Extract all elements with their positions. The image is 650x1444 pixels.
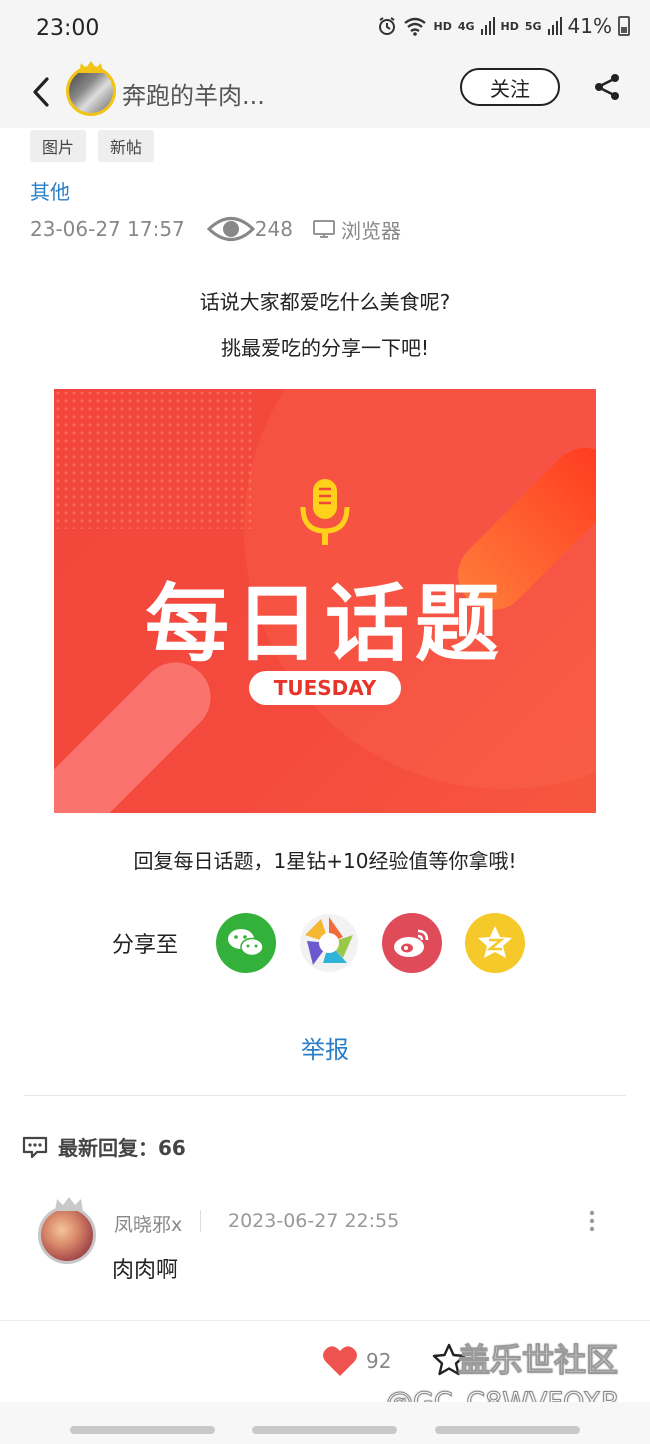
share-button[interactable] — [592, 72, 622, 102]
share-moments-button[interactable] — [299, 913, 359, 973]
crown-icon — [79, 61, 103, 73]
nav-handle-center[interactable] — [252, 1426, 397, 1434]
post-line-2: 挑最爱吃的分享一下吧! — [220, 336, 430, 360]
banner-title: 每日话题 — [144, 575, 505, 673]
system-nav-bar — [0, 1402, 650, 1444]
reply-item: 凤晓邪x 2023-06-27 22:55 肉肉啊 — [38, 1196, 618, 1306]
like-button[interactable]: 92 — [322, 1345, 391, 1377]
reply-avatar[interactable] — [38, 1206, 96, 1264]
share-label: 分享至 — [112, 933, 179, 958]
network-label-b: 5G — [524, 19, 542, 33]
post-line-1: 话说大家都爱吃什么美食呢? — [199, 290, 451, 314]
wifi-icon — [404, 17, 427, 36]
share-icon — [595, 74, 619, 100]
network-label-a: 4G — [457, 19, 475, 33]
crown-icon — [55, 1197, 83, 1211]
signal-bars-icon — [547, 17, 562, 35]
wechat-icon — [228, 929, 264, 957]
signal-label-b: HD — [500, 19, 519, 33]
post-source-label: 浏览器 — [340, 218, 401, 243]
reply-username[interactable]: 凤晓邪x — [114, 1210, 182, 1237]
author-avatar[interactable] — [66, 61, 116, 116]
top-header: 奔跑的羊肉... 关注 — [0, 60, 650, 128]
back-button[interactable] — [26, 72, 56, 112]
post-category[interactable]: 其他 — [30, 176, 70, 205]
watermark-title: 盖乐世社区 — [457, 1341, 619, 1380]
qzone-icon — [478, 926, 512, 958]
monitor-icon — [313, 220, 335, 238]
report-link[interactable]: 举报 — [0, 1030, 650, 1065]
more-options-icon[interactable] — [588, 1210, 596, 1232]
daily-topic-banner[interactable]: 每日话题 TUESDAY — [54, 389, 596, 813]
chevron-left-icon — [33, 77, 49, 107]
post-source: 浏览器 — [313, 215, 401, 244]
status-bar: 23:00 HD 4G HD 5G 41% — [0, 0, 650, 60]
post-date: 23-06-27 17:57 — [30, 217, 185, 241]
reply-separator — [200, 1210, 201, 1232]
share-weibo-button[interactable] — [382, 913, 442, 973]
status-icons: HD 4G HD 5G 41% — [377, 14, 630, 38]
share-qzone-button[interactable] — [465, 913, 525, 973]
bottom-action-bar: 92 盖乐世社区 @GC_C8WVFOXR — [0, 1320, 650, 1419]
eye-icon — [206, 217, 255, 241]
battery-icon — [618, 16, 630, 36]
view-count: 248 — [206, 214, 293, 244]
tag-image[interactable]: 图片 — [30, 130, 87, 162]
signal-label-a: HD — [433, 19, 452, 33]
nav-handle-left[interactable] — [70, 1426, 215, 1434]
weibo-icon — [394, 929, 429, 957]
status-time: 23:00 — [36, 16, 100, 41]
follow-button[interactable]: 关注 — [460, 68, 560, 106]
signal-bars-icon — [480, 17, 495, 35]
latest-replies-count: 最新回复：66 — [58, 1136, 186, 1160]
alarm-icon — [379, 17, 396, 35]
latest-replies-heading: 最新回复：66 — [22, 1132, 186, 1161]
view-count-value: 248 — [254, 217, 293, 241]
banner-day-label: TUESDAY — [249, 671, 401, 705]
nav-handle-right[interactable] — [435, 1426, 580, 1434]
section-divider — [24, 1095, 626, 1096]
like-count: 92 — [366, 1349, 392, 1373]
reply-content: 肉肉啊 — [112, 1258, 179, 1283]
microphone-icon — [300, 479, 350, 545]
heart-icon — [323, 1346, 357, 1376]
reply-timestamp: 2023-06-27 22:55 — [228, 1210, 400, 1232]
post-meta: 23-06-27 17:57 248 浏览器 — [30, 214, 401, 244]
comment-icon — [22, 1136, 48, 1158]
share-wechat-button[interactable] — [216, 913, 276, 973]
banner-decor-dots — [54, 389, 254, 529]
author-name[interactable]: 奔跑的羊肉... — [122, 76, 265, 111]
post-tags: 图片 新帖 — [30, 130, 155, 162]
moments-icon — [300, 914, 358, 972]
reward-text: 回复每日话题，1星钻+10经验值等你拿哦! — [133, 849, 517, 873]
tag-new-post[interactable]: 新帖 — [98, 130, 155, 162]
share-row: 分享至 — [112, 912, 548, 974]
battery-percent: 41% — [567, 14, 612, 38]
